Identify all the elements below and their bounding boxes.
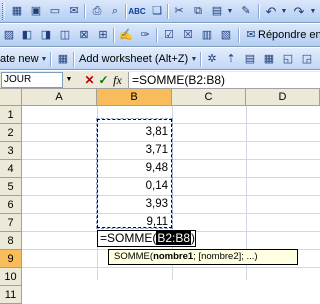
print-preview-icon[interactable]: ⌕ [106, 3, 124, 20]
ink-icon[interactable]: ✑ [136, 27, 154, 44]
email-icon[interactable]: ✉ [65, 3, 83, 20]
sheet-link-icon[interactable]: ▤ [241, 51, 259, 68]
toolbar-separator [73, 52, 75, 67]
undo-icon[interactable]: ↶ [262, 3, 280, 20]
save-icon[interactable]: ▣ [27, 3, 45, 20]
toolbar-separator [113, 28, 115, 43]
toolbar-separator [50, 52, 52, 67]
next-comment-icon[interactable]: ◨ [37, 27, 55, 44]
undo-dropdown-icon[interactable]: ▼ [280, 3, 288, 20]
insert-function-icon[interactable]: fx [111, 72, 124, 88]
row-header[interactable]: 2 [0, 124, 22, 142]
tooltip-current-argument: nombre1 [153, 251, 194, 262]
spelling-icon[interactable]: ABC [128, 3, 146, 20]
worksheet-icon[interactable]: ▦ [54, 51, 72, 68]
tile-icon[interactable]: ◲ [298, 51, 316, 68]
toolbar-separator [200, 52, 202, 67]
row-header[interactable]: 5 [0, 178, 22, 196]
paste-icon[interactable]: ▤ [208, 3, 226, 20]
edit-suffix: ) [191, 231, 196, 245]
tooltip-remaining-arguments: ; [nombre2]; ...) [193, 251, 258, 262]
add-worksheet-dropdown-icon[interactable]: ▼ [190, 51, 198, 68]
function-tooltip: SOMME(nombre1; [nombre2]; ...) [108, 249, 298, 265]
reference-range-marquee [96, 118, 173, 229]
row-header[interactable]: 1 [0, 106, 22, 124]
copy-icon[interactable]: ⧉ [189, 3, 207, 20]
redo-dropdown-icon[interactable]: ▼ [309, 3, 317, 20]
navigate-up-icon[interactable]: ⇡ [222, 51, 240, 68]
cut-icon[interactable]: ✂ [170, 3, 188, 20]
edit-range-reference: B2:B8 [156, 231, 192, 245]
row-header[interactable]: 10 [0, 268, 22, 286]
prev-comment-icon[interactable]: ◧ [18, 27, 36, 44]
show-comment-icon[interactable]: ◫ [56, 27, 74, 44]
toolbar-separator [125, 4, 127, 19]
column-header-a[interactable]: A [22, 89, 97, 106]
toolbar-separator [167, 4, 169, 19]
row-header[interactable]: 11 [0, 286, 22, 304]
column-header-b[interactable]: B [97, 89, 172, 106]
grid-view-icon[interactable]: ▦ [260, 51, 278, 68]
cancel-entry-icon[interactable]: ✕ [83, 72, 96, 88]
comment-icon[interactable]: ✍ [117, 27, 135, 44]
cascade-icon[interactable]: ◱ [279, 51, 297, 68]
settings-icon[interactable]: ✲ [203, 51, 221, 68]
tooltip-function-name[interactable]: SOMME( [114, 251, 153, 262]
row-header[interactable]: 4 [0, 160, 22, 178]
toolbar-separator [238, 28, 240, 43]
paste-dropdown-icon[interactable]: ▼ [226, 3, 234, 20]
row-header[interactable]: 7 [0, 214, 22, 232]
reviewing-pane-icon[interactable]: ▥ [198, 27, 216, 44]
reject-change-icon[interactable]: ☒ [179, 27, 197, 44]
row-header[interactable]: 8 [0, 232, 22, 250]
grid-line [22, 267, 320, 268]
print-icon[interactable]: ⎙ [88, 3, 106, 20]
standard-toolbar: ▦ ▣ ▭ ✉ ⎙ ⌕ ABC ❏ ✂ ⧉ ▤ ▼ ✎ ↶ ▼ ↷ ▼ [0, 0, 320, 23]
toolbar-grip[interactable] [2, 3, 5, 20]
reviewing-toolbar: ▨ ◧ ◨ ◫ ⊠ ⊞ ✍ ✑ ☑ ☒ ▥ ▧ ✉ Répondre en in [0, 24, 320, 47]
column-header-c[interactable]: C [172, 89, 246, 106]
addin-toolbar: ate new ▼ ▦ Add worksheet (Alt+Z) ▼ ✲ ⇡ … [0, 48, 320, 70]
column-header-d[interactable]: D [246, 89, 320, 106]
toolbar-separator [258, 4, 260, 19]
reply-with-changes-button[interactable]: Répondre en in [258, 28, 320, 43]
show-all-comments-icon[interactable]: ⊞ [94, 27, 112, 44]
name-box[interactable]: JOUR [1, 72, 63, 88]
edit-prefix: =SOMME( [100, 231, 157, 245]
format-painter-icon[interactable]: ✎ [237, 3, 255, 20]
cell-b9-editor[interactable]: =SOMME(B2:B8) [97, 230, 196, 247]
delete-comment-icon[interactable]: ⊠ [75, 27, 93, 44]
formula-input[interactable]: =SOMME(B2:B8) [128, 72, 320, 88]
select-all-corner[interactable] [0, 89, 22, 106]
formula-bar: JOUR ▼ ✕ ✓ fx =SOMME(B2:B8) [0, 71, 320, 89]
add-worksheet-button[interactable]: Add worksheet (Alt+Z) [79, 52, 188, 67]
toolbar-separator [84, 4, 86, 19]
name-box-dropdown-icon[interactable]: ▼ [64, 72, 74, 88]
accept-change-icon[interactable]: ☑ [160, 27, 178, 44]
open-icon[interactable]: ▭ [46, 3, 64, 20]
toolbar-separator [156, 28, 158, 43]
redo-icon[interactable]: ↷ [290, 3, 308, 20]
row-header[interactable]: 3 [0, 142, 22, 160]
excel-doc-icon[interactable]: ▦ [8, 3, 26, 20]
create-new-button[interactable]: ate new [0, 52, 39, 67]
row-header[interactable]: 9 [0, 250, 22, 268]
create-new-dropdown-icon[interactable]: ▼ [40, 51, 48, 68]
enter-entry-icon[interactable]: ✓ [97, 72, 110, 88]
track-changes-icon[interactable]: ▨ [0, 27, 18, 44]
end-review-icon[interactable]: ▧ [217, 27, 235, 44]
research-icon[interactable]: ❏ [148, 3, 166, 20]
row-header[interactable]: 6 [0, 196, 22, 214]
